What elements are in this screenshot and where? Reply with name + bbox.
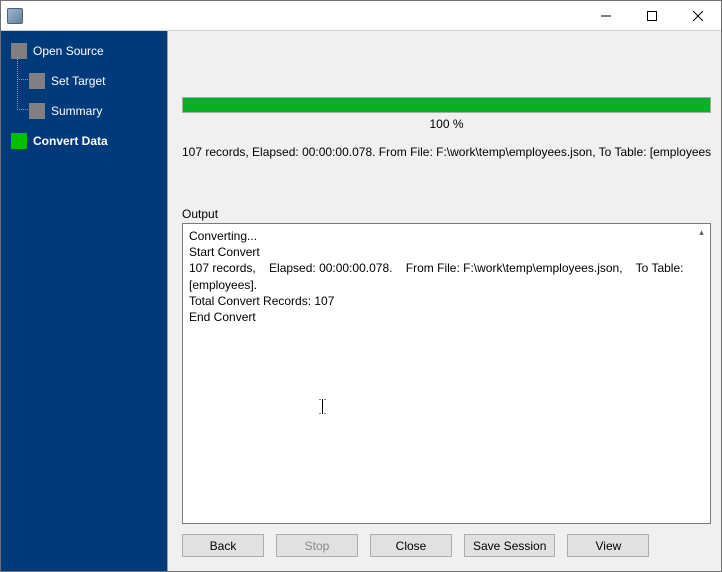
stop-button: Stop — [276, 534, 358, 557]
sidebar-item-convert-data[interactable]: Convert Data — [11, 129, 163, 153]
maximize-icon — [647, 11, 657, 21]
close-button[interactable]: Close — [370, 534, 452, 557]
body: Open Source Set Target Summary Convert D… — [1, 31, 721, 571]
sidebar-item-open-source[interactable]: Open Source — [11, 39, 163, 63]
app-window: Open Source Set Target Summary Convert D… — [0, 0, 722, 572]
back-button[interactable]: Back — [182, 534, 264, 557]
close-window-button[interactable] — [675, 1, 721, 31]
sidebar-item-label: Convert Data — [33, 134, 108, 148]
output-section: Output Converting... Start Convert 107 r… — [182, 207, 711, 524]
minimize-button[interactable] — [583, 1, 629, 31]
scroll-up-icon[interactable]: ▴ — [693, 224, 710, 241]
step-marker-icon — [29, 73, 45, 89]
sidebar-item-label: Open Source — [33, 44, 104, 58]
close-icon — [693, 11, 703, 21]
sidebar-item-summary[interactable]: Summary — [29, 99, 163, 123]
step-marker-icon — [29, 103, 45, 119]
progress-section: 100 % — [182, 97, 711, 131]
wizard-sidebar: Open Source Set Target Summary Convert D… — [1, 31, 167, 571]
sidebar-item-label: Summary — [51, 104, 102, 118]
sidebar-item-label: Set Target — [51, 74, 105, 88]
minimize-icon — [601, 11, 611, 21]
titlebar — [1, 1, 721, 31]
step-marker-active-icon — [11, 133, 27, 149]
view-button[interactable]: View — [567, 534, 649, 557]
maximize-button[interactable] — [629, 1, 675, 31]
sidebar-item-set-target[interactable]: Set Target — [29, 69, 163, 93]
save-session-button[interactable]: Save Session — [464, 534, 555, 557]
conversion-summary-text: 107 records, Elapsed: 00:00:00.078. From… — [182, 145, 711, 159]
output-label: Output — [182, 207, 711, 221]
main-panel: 100 % 107 records, Elapsed: 00:00:00.078… — [167, 31, 721, 571]
app-icon — [7, 8, 23, 24]
button-row: Back Stop Close Save Session View — [182, 524, 711, 561]
output-textarea[interactable]: Converting... Start Convert 107 records,… — [182, 223, 711, 524]
progress-fill — [183, 98, 710, 112]
output-text: Converting... Start Convert 107 records,… — [189, 229, 687, 324]
progress-bar — [182, 97, 711, 113]
progress-percent-label: 100 % — [182, 117, 711, 131]
